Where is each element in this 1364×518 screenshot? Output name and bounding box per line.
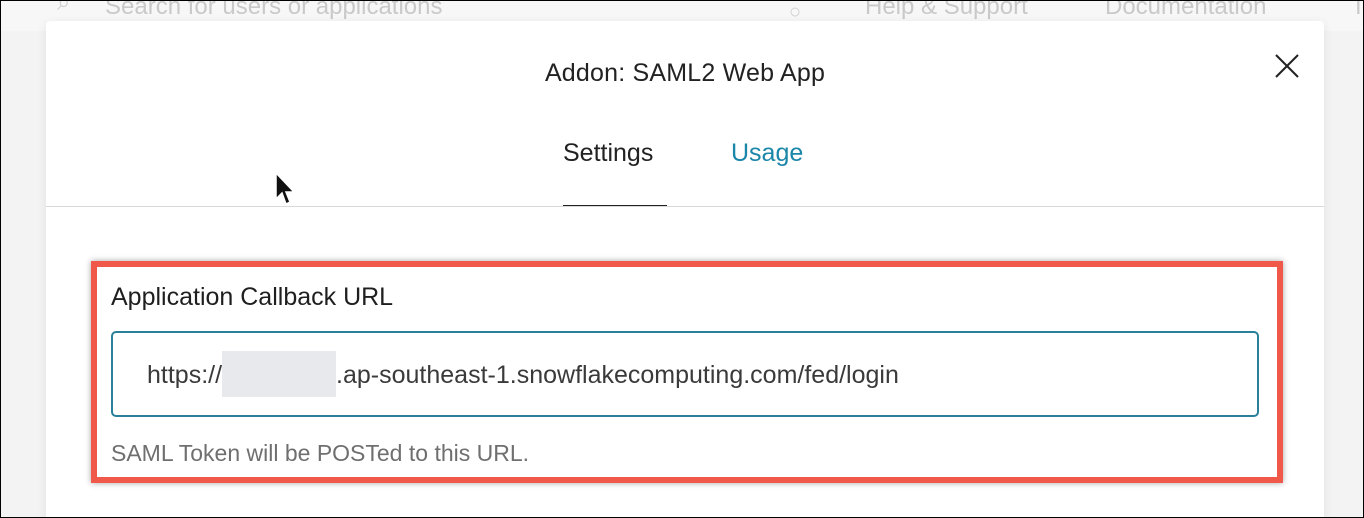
mouse-pointer-icon [275, 171, 296, 206]
documentation-link[interactable]: Documentation [1105, 1, 1266, 21]
tabs-divider [46, 206, 1324, 207]
tab-settings[interactable]: Settings [563, 139, 653, 168]
close-button[interactable] [1272, 51, 1302, 81]
modal-tabs: Settings Usage [46, 139, 1324, 207]
callback-url-input[interactable]: https:// .ap-southeast-1.snowflakecomputi… [111, 331, 1259, 417]
callback-url-section: Application Callback URL https:// .ap-sou… [91, 261, 1283, 483]
close-icon [1275, 54, 1299, 78]
redacted-account-block [222, 351, 337, 398]
callback-url-hint: SAML Token will be POSTed to this URL. [111, 440, 530, 466]
tab-usage[interactable]: Usage [731, 139, 803, 168]
callback-url-prefix: https:// [147, 361, 223, 389]
modal-title: Addon: SAML2 Web App [544, 59, 826, 87]
callback-url-value: https:// .ap-southeast-1.snowflakecomputi… [147, 351, 899, 398]
background-more-link[interactable]: T [1351, 1, 1363, 21]
help-support-link[interactable]: Help & Support [865, 1, 1028, 21]
callback-url-suffix: .ap-southeast-1.snowflakecomputing.com/f… [336, 361, 899, 389]
search-icon: ⌕ [57, 0, 71, 16]
background-search-input[interactable]: Search for users or applications [105, 1, 443, 21]
screenshot-frame: ⌕ Search for users or applications ○ Hel… [0, 0, 1364, 518]
callback-url-label: Application Callback URL [111, 283, 394, 311]
